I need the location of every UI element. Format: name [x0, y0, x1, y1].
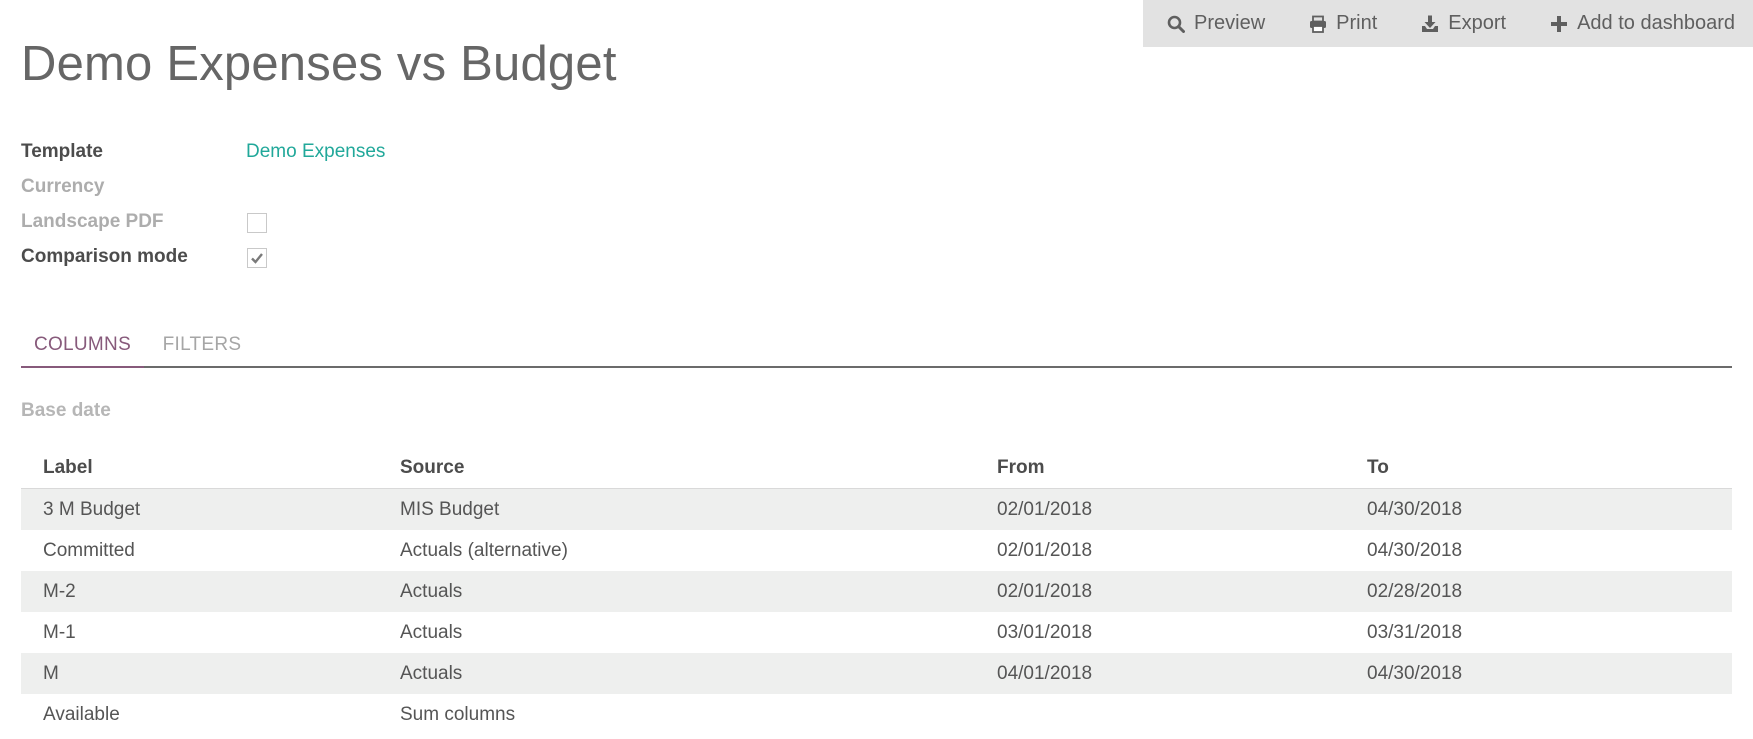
row-source: Sum columns	[400, 704, 516, 725]
row-to: 04/30/2018	[1367, 540, 1463, 561]
row-from: 02/01/2018	[997, 499, 1093, 520]
row-from: 02/01/2018	[997, 581, 1093, 602]
row-from: 04/01/2018	[997, 663, 1093, 684]
row-source: Actuals (alternative)	[400, 540, 568, 561]
tab-columns[interactable]: COLUMNS	[21, 327, 144, 368]
row-to: 04/30/2018	[1367, 663, 1463, 684]
columns-table: Label Source From To 3 M Budget MIS Budg…	[21, 447, 1732, 735]
print-label: Print	[1336, 12, 1378, 34]
tab-filters[interactable]: FILTERS	[162, 327, 242, 366]
table-row[interactable]: M-1 Actuals 03/01/2018 03/31/2018	[21, 612, 1732, 653]
row-source: MIS Budget	[400, 499, 500, 520]
report-action-bar: Preview Print Export Add to dashboard	[1143, 0, 1753, 47]
add-to-dashboard-button[interactable]: Add to dashboard	[1528, 0, 1753, 47]
landscape-pdf-label: Landscape PDF	[21, 211, 164, 232]
row-source: Actuals	[400, 663, 463, 684]
row-label: M-2	[43, 581, 76, 602]
table-row[interactable]: M Actuals 04/01/2018 04/30/2018	[21, 653, 1732, 694]
row-to: 02/28/2018	[1367, 581, 1463, 602]
row-label: M	[43, 663, 59, 684]
tab-bar: COLUMNS FILTERS	[21, 327, 1732, 368]
row-source: Actuals	[400, 581, 463, 602]
page-title: Demo Expenses vs Budget	[21, 37, 617, 91]
base-date-label: Base date	[21, 400, 111, 421]
column-header-source: Source	[400, 457, 465, 478]
landscape-pdf-checkbox[interactable]	[247, 213, 267, 233]
download-icon	[1422, 15, 1439, 32]
checkmark-icon	[251, 253, 263, 264]
print-icon	[1310, 15, 1327, 33]
plus-icon	[1551, 15, 1568, 32]
row-source: Actuals	[400, 622, 463, 643]
comparison-mode-checkbox[interactable]	[247, 248, 267, 268]
preview-label: Preview	[1194, 12, 1266, 34]
row-label: Available	[43, 704, 120, 725]
preview-button[interactable]: Preview	[1143, 0, 1287, 47]
row-label: M-1	[43, 622, 76, 643]
column-header-from: From	[997, 457, 1045, 478]
table-header: Label Source From To	[21, 447, 1732, 489]
print-button[interactable]: Print	[1287, 0, 1399, 47]
table-row[interactable]: M-2 Actuals 02/01/2018 02/28/2018	[21, 571, 1732, 612]
table-row[interactable]: Committed Actuals (alternative) 02/01/20…	[21, 530, 1732, 571]
template-link[interactable]: Demo Expenses	[246, 141, 385, 163]
row-label: Committed	[43, 540, 135, 561]
column-header-to: To	[1367, 457, 1389, 478]
row-label: 3 M Budget	[43, 499, 141, 520]
table-row[interactable]: Available Sum columns	[21, 694, 1732, 735]
add-to-dashboard-label: Add to dashboard	[1577, 12, 1735, 34]
export-button[interactable]: Export	[1399, 0, 1528, 47]
row-to: 03/31/2018	[1367, 622, 1463, 643]
row-from: 02/01/2018	[997, 540, 1093, 561]
row-to: 04/30/2018	[1367, 499, 1463, 520]
export-label: Export	[1448, 12, 1507, 34]
currency-label: Currency	[21, 176, 105, 197]
template-label: Template	[21, 141, 104, 162]
column-header-label: Label	[43, 457, 93, 478]
row-from: 03/01/2018	[997, 622, 1093, 643]
table-row[interactable]: 3 M Budget MIS Budget 02/01/2018 04/30/2…	[21, 489, 1732, 530]
search-icon	[1167, 15, 1185, 33]
comparison-mode-label: Comparison mode	[21, 246, 188, 267]
